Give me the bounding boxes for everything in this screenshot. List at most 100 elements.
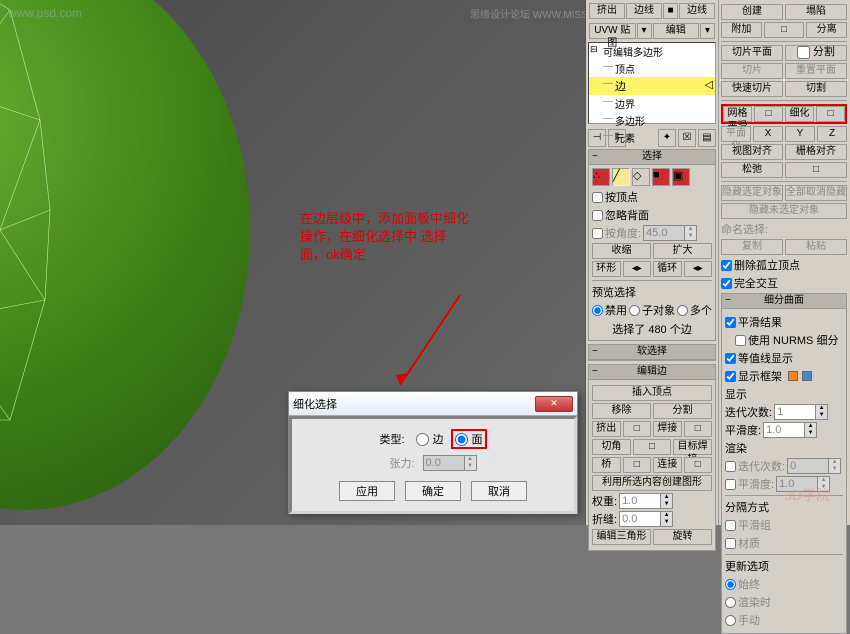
detach-button[interactable]: 分离 bbox=[806, 22, 847, 38]
uvw-s1[interactable]: ▾ bbox=[637, 23, 652, 39]
split-button[interactable]: 分割 bbox=[653, 403, 712, 419]
bridge-opt[interactable]: □ bbox=[623, 457, 652, 473]
stack-vertex[interactable]: 顶点 bbox=[589, 60, 715, 77]
uvw-s2[interactable]: 编辑 bbox=[653, 23, 700, 39]
ring-spin[interactable]: ◂▸ bbox=[623, 261, 652, 277]
preview-off-radio[interactable] bbox=[592, 305, 603, 316]
copy-button[interactable]: 复制 bbox=[721, 239, 783, 255]
turn-button[interactable]: 旋转 bbox=[653, 529, 712, 545]
ignore-backface-check[interactable] bbox=[592, 210, 603, 221]
preview-sub-radio[interactable] bbox=[629, 305, 640, 316]
rollout-edit-header[interactable]: 编辑边 bbox=[589, 365, 715, 380]
extrude-button[interactable]: 挤出 bbox=[592, 421, 621, 437]
show-cage-check[interactable] bbox=[725, 371, 736, 382]
top-btn-3[interactable]: ■ bbox=[663, 3, 678, 19]
top-btn-2[interactable]: 边线 bbox=[626, 3, 662, 19]
subobj-poly-icon[interactable]: ■ bbox=[652, 168, 670, 186]
del-iso-check[interactable] bbox=[721, 260, 732, 271]
insert-vertex-button[interactable]: 插入顶点 bbox=[592, 385, 712, 401]
x-button[interactable]: X bbox=[753, 126, 783, 142]
top-btn-1[interactable]: 挤出 bbox=[589, 3, 625, 19]
unhide-all-button[interactable]: 全部取消隐藏 bbox=[785, 185, 847, 201]
connect-opt[interactable]: □ bbox=[684, 457, 713, 473]
view-align-button[interactable]: 视图对齐 bbox=[721, 144, 783, 160]
rollout-subdiv-header[interactable]: 细分曲面 bbox=[722, 294, 846, 309]
full-inter-check[interactable] bbox=[721, 278, 732, 289]
loop-button[interactable]: 循环 bbox=[653, 261, 682, 277]
rollout-selection-header[interactable]: 选择 bbox=[589, 150, 715, 165]
iso-display-check[interactable] bbox=[725, 353, 736, 364]
tessellate-button[interactable]: 细化 bbox=[785, 106, 814, 122]
grid-align-button[interactable]: 栅格对齐 bbox=[785, 144, 847, 160]
attach-opt[interactable]: □ bbox=[764, 22, 805, 38]
slice-plane-button[interactable]: 切片平面 bbox=[721, 45, 783, 61]
chamfer-button[interactable]: 切角 bbox=[592, 439, 631, 455]
modifier-stack[interactable]: 可编辑多边形 顶点 边◁ 边界 多边形 元素 bbox=[588, 42, 716, 124]
subobj-edge-icon[interactable]: ╱ bbox=[612, 168, 630, 186]
planarize-button[interactable]: 平面化 bbox=[721, 126, 751, 142]
subobj-vertex-icon[interactable]: ∴ bbox=[592, 168, 610, 186]
subobj-border-icon[interactable]: ◇ bbox=[632, 168, 650, 186]
stack-poly[interactable]: 多边形 bbox=[589, 112, 715, 129]
rollout-soft-header[interactable]: 软选择 bbox=[589, 345, 715, 360]
hide-unsel-button[interactable]: 隐藏未选定对象 bbox=[721, 203, 847, 219]
iter-spinner[interactable]: 1▲▼ bbox=[774, 404, 828, 420]
collapse-button[interactable]: 塌陷 bbox=[785, 4, 847, 20]
by-angle-check[interactable] bbox=[592, 228, 603, 239]
cage-color-2[interactable] bbox=[802, 371, 812, 381]
bridge-button[interactable]: 桥 bbox=[592, 457, 621, 473]
top-btn-4[interactable]: 边线 bbox=[679, 3, 715, 19]
cut-button[interactable]: 切割 bbox=[785, 81, 847, 97]
edit-tri-button[interactable]: 编辑三角形 bbox=[592, 529, 651, 545]
grow-button[interactable]: 扩大 bbox=[653, 243, 712, 259]
paste-button[interactable]: 粘贴 bbox=[785, 239, 847, 255]
smooth-groups-check[interactable] bbox=[725, 520, 736, 531]
msmooth-opt[interactable]: □ bbox=[754, 106, 783, 122]
manual-radio[interactable] bbox=[725, 615, 736, 626]
stack-edge[interactable]: 边◁ bbox=[589, 77, 715, 95]
use-nurms-check[interactable] bbox=[735, 335, 746, 346]
smooth-spinner[interactable]: 1.0▲▼ bbox=[763, 422, 817, 438]
relax-opt[interactable]: □ bbox=[785, 162, 847, 178]
stack-element[interactable]: 元素 bbox=[589, 129, 715, 146]
subobj-element-icon[interactable]: ▣ bbox=[672, 168, 690, 186]
z-button[interactable]: Z bbox=[817, 126, 847, 142]
apply-button[interactable]: 应用 bbox=[339, 481, 395, 501]
remove-button[interactable]: 移除 bbox=[592, 403, 651, 419]
tessellate-opt[interactable]: □ bbox=[816, 106, 845, 122]
stack-border[interactable]: 边界 bbox=[589, 95, 715, 112]
hide-sel-button[interactable]: 隐藏选定对象 bbox=[721, 185, 783, 201]
radio-edge[interactable]: 边 bbox=[413, 430, 447, 448]
split2-button[interactable]: 分割 bbox=[785, 45, 847, 61]
uvw-s3[interactable]: ▾ bbox=[700, 23, 715, 39]
weight-spinner[interactable]: 1.0▲▼ bbox=[619, 493, 673, 509]
always-radio[interactable] bbox=[725, 579, 736, 590]
smooth-result-check[interactable] bbox=[725, 317, 736, 328]
create-button[interactable]: 创建 bbox=[721, 4, 783, 20]
preview-multi-radio[interactable] bbox=[677, 305, 688, 316]
attach-button[interactable]: 附加 bbox=[721, 22, 762, 38]
relax-button[interactable]: 松弛 bbox=[721, 162, 783, 178]
cancel-button[interactable]: 取消 bbox=[471, 481, 527, 501]
close-icon[interactable]: ✕ bbox=[535, 396, 573, 412]
by-vertex-check[interactable] bbox=[592, 192, 603, 203]
ok-button[interactable]: 确定 bbox=[405, 481, 461, 501]
r-smooth-check[interactable] bbox=[725, 479, 736, 490]
extrude-opt[interactable]: □ bbox=[623, 421, 652, 437]
msmooth-button[interactable]: 网格平滑 bbox=[723, 106, 752, 122]
radio-face[interactable]: 面 bbox=[451, 429, 487, 449]
render-upd-radio[interactable] bbox=[725, 597, 736, 608]
weld-button[interactable]: 焊接 bbox=[653, 421, 682, 437]
create-shape-button[interactable]: 利用所选内容创建图形 bbox=[592, 475, 712, 491]
quickslice-button[interactable]: 快速切片 bbox=[721, 81, 783, 97]
connect-button[interactable]: 连接 bbox=[653, 457, 682, 473]
shrink-button[interactable]: 收缩 bbox=[592, 243, 651, 259]
stack-root[interactable]: 可编辑多边形 bbox=[589, 43, 715, 60]
loop-spin[interactable]: ◂▸ bbox=[684, 261, 713, 277]
y-button[interactable]: Y bbox=[785, 126, 815, 142]
target-weld-button[interactable]: 目标焊接 bbox=[673, 439, 712, 455]
r-iter-check[interactable] bbox=[725, 461, 736, 472]
chamfer-opt[interactable]: □ bbox=[633, 439, 672, 455]
materials-check[interactable] bbox=[725, 538, 736, 549]
ring-button[interactable]: 环形 bbox=[592, 261, 621, 277]
